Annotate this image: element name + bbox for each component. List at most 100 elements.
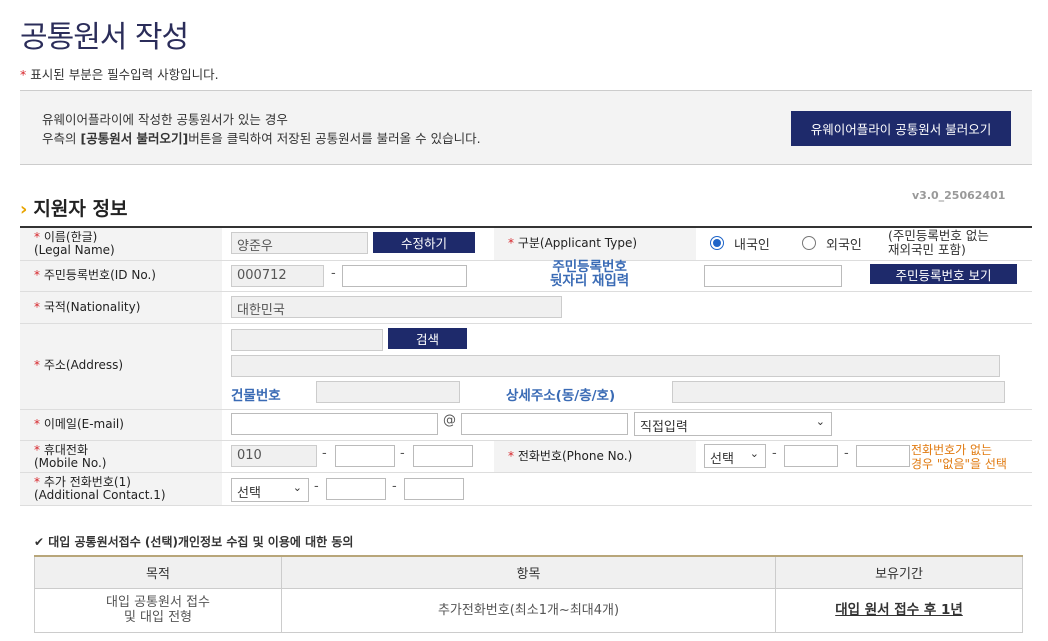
dash: - (400, 446, 405, 461)
load-common-application-button[interactable]: 유웨이어플라이 공통원서 불러오기 (791, 111, 1011, 146)
label-email-text: 이메일(E-mail) (43, 417, 124, 431)
additional-part3-input[interactable] (404, 478, 464, 500)
table-row: 대입 공통원서 접수 및 대입 전형 추가전화번호(최소1개~최대4개) 대입 원… (34, 587, 1023, 633)
header-period: 보유기간 (775, 555, 1023, 589)
star: * (34, 300, 40, 314)
label-name-ko: 이름(한글) (43, 230, 98, 244)
type-note-2: 재외국민 포함) (888, 242, 966, 257)
consent-table: 목적 항목 보유기간 대입 공통원서 접수 및 대입 전형 추가전화번호(최소1개… (34, 555, 1023, 633)
mobile-part1-input[interactable]: 010 (231, 445, 317, 467)
chevron-right-icon: › (20, 199, 28, 220)
chevron-down-icon: ⌄ (749, 447, 759, 460)
page-title: 공통원서 작성 (20, 20, 189, 55)
address-input[interactable] (231, 355, 1000, 377)
star: * (508, 449, 514, 463)
version-label: v3.0_25062401 (912, 189, 1006, 202)
edit-name-button[interactable]: 수정하기 (373, 232, 475, 253)
label-additional-ko: 추가 전화번호(1) (43, 475, 131, 489)
consent-title-text: 대입 공통원서접수 (선택)개인정보 수집 및 이용에 대한 동의 (48, 535, 354, 549)
id-reenter-input[interactable] (704, 265, 842, 287)
check-icon: ✔ (34, 535, 45, 549)
address-search-button[interactable]: 검색 (388, 328, 467, 349)
label-type: * 구분(Applicant Type) (508, 237, 637, 250)
chevron-down-icon: ⌄ (292, 481, 302, 494)
type-note-1: (주민등록번호 없는 (888, 228, 989, 243)
radio-domestic[interactable] (710, 236, 724, 250)
consent-period: 대입 원서 접수 후 1년 (775, 587, 1023, 633)
label-additional-en: (Additional Contact.1) (34, 488, 166, 502)
email-domain-select-value: 직접입력 (640, 420, 688, 435)
info-line-2-bold: [공통원서 불러오기] (80, 131, 189, 146)
mobile-part3-input[interactable] (413, 445, 473, 467)
radio-foreign[interactable] (802, 236, 816, 250)
dash: - (844, 446, 849, 461)
label-address: * 주소(Address) (34, 359, 123, 372)
required-star: * (20, 67, 27, 82)
building-number-input[interactable] (316, 381, 460, 403)
dash: - (392, 479, 397, 494)
dash: - (331, 266, 336, 281)
info-line-2-pre: 우측의 (42, 131, 81, 146)
consent-item: 추가전화번호(최소1개~최대4개) (281, 587, 776, 633)
email-domain-input[interactable] (461, 413, 628, 435)
dash: - (314, 479, 319, 494)
required-note: * 표시된 부분은 필수입력 사항입니다. (20, 64, 219, 83)
additional-part2-input[interactable] (326, 478, 386, 500)
label-id: * 주민등록번호(ID No.) (34, 269, 156, 282)
required-note-text: 표시된 부분은 필수입력 사항입니다. (30, 67, 219, 82)
label-address-text: 주소(Address) (43, 358, 124, 372)
section-title: › 지원자 정보 (20, 194, 127, 221)
consent-title: ✔ 대입 공통원서접수 (선택)개인정보 수집 및 이용에 대한 동의 (34, 533, 353, 550)
consent-purpose: 대입 공통원서 접수 및 대입 전형 (34, 587, 282, 633)
star: * (34, 268, 40, 282)
purpose-line-2: 및 대입 전형 (123, 610, 193, 625)
type-note: (주민등록번호 없는 재외국민 포함) (888, 229, 989, 257)
radio-foreign-label: 외국인 (826, 238, 862, 253)
label-phone-text: 전화번호(Phone No.) (517, 449, 633, 463)
phone-part3-input[interactable] (856, 445, 910, 467)
info-line-1: 유웨이어플라이에 작성한 공통원서가 있는 경우 (42, 112, 288, 127)
consent-header-row: 목적 항목 보유기간 (34, 555, 1023, 589)
name-input[interactable]: 양준우 (231, 232, 368, 254)
phone-part2-input[interactable] (784, 445, 838, 467)
star: * (34, 358, 40, 372)
email-at: @ (443, 413, 456, 428)
postcode-input[interactable] (231, 329, 383, 351)
label-phone: * 전화번호(Phone No.) (508, 450, 632, 463)
chevron-down-icon: ⌄ (815, 415, 825, 428)
phone-note-1: 전화번호가 없는 (911, 443, 993, 457)
label-id-text: 주민등록번호(ID No.) (43, 268, 156, 282)
detail-address-input[interactable] (672, 381, 1005, 403)
label-mobile: * 휴대전화 (Mobile No.) (34, 444, 106, 470)
purpose-line-1: 대입 공통원서 접수 (106, 595, 210, 610)
dash: - (322, 446, 327, 461)
label-type-text: 구분(Applicant Type) (517, 236, 638, 250)
label-email: * 이메일(E-mail) (34, 418, 124, 431)
label-mobile-ko: 휴대전화 (43, 443, 88, 457)
star: * (34, 475, 40, 489)
phone-area-select[interactable]: 선택 ⌄ (704, 444, 766, 468)
phone-area-select-value: 선택 (710, 452, 734, 467)
star: * (34, 230, 40, 244)
label-additional: * 추가 전화번호(1) (Additional Contact.1) (34, 476, 166, 502)
id-front-input[interactable]: 000712 (231, 265, 324, 287)
radio-domestic-label: 내국인 (734, 238, 770, 253)
additional-area-select[interactable]: 선택 ⌄ (231, 478, 309, 502)
id-reenter-2: 뒷자리 재입력 (550, 273, 630, 289)
mobile-part2-input[interactable] (335, 445, 395, 467)
star: * (34, 443, 40, 457)
email-id-input[interactable] (231, 413, 438, 435)
additional-area-select-value: 선택 (237, 486, 261, 501)
email-domain-select[interactable]: 직접입력 ⌄ (634, 412, 832, 436)
header-item: 항목 (281, 555, 776, 589)
nationality-input[interactable]: 대한민국 (231, 296, 562, 318)
building-number-label: 건물번호 (231, 388, 281, 404)
show-id-button[interactable]: 주민등록번호 보기 (870, 264, 1017, 284)
dash: - (772, 446, 777, 461)
header-purpose: 목적 (34, 555, 282, 589)
phone-note-2: 경우 "없음"을 선택 (911, 457, 1007, 471)
id-back-input[interactable] (342, 265, 467, 287)
label-nationality-text: 국적(Nationality) (43, 300, 141, 314)
section-title-text: 지원자 정보 (33, 198, 128, 220)
id-reenter-label: 주민등록번호 뒷자리 재입력 (550, 260, 629, 288)
